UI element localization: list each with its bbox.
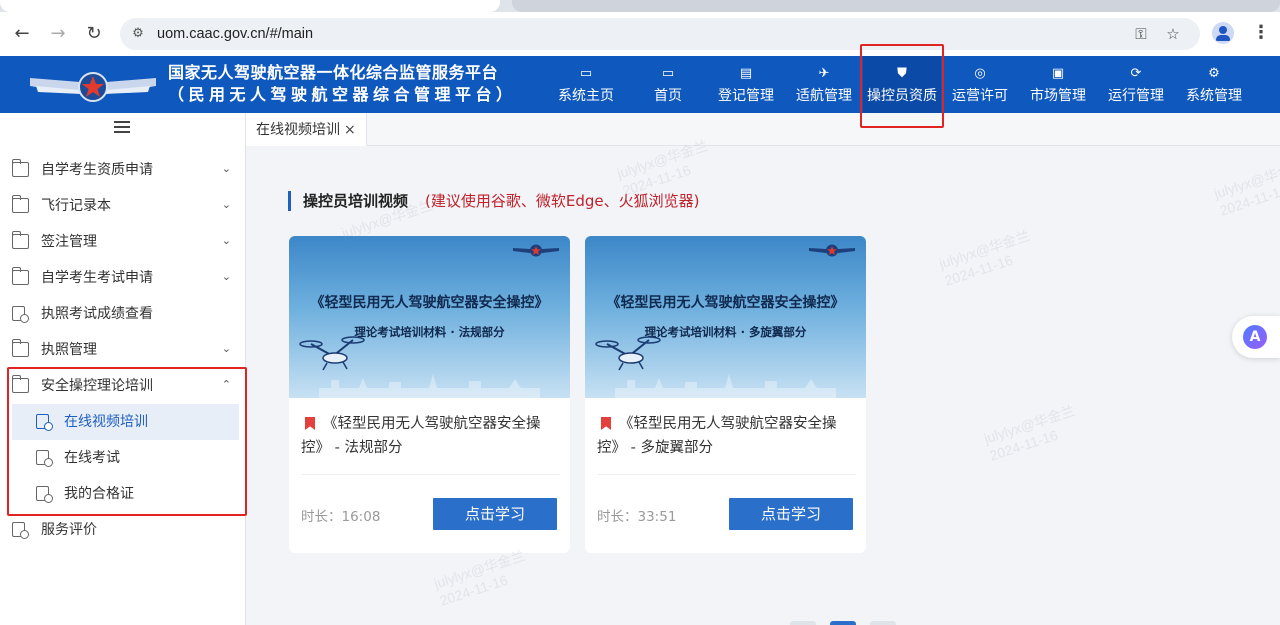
register-doc-icon: ▤ [739, 66, 753, 81]
section-title: 操控员培训视频 [303, 192, 409, 210]
sidebar-item-safety-training[interactable]: 安全操控理论培训 ⌃ [0, 368, 245, 404]
skyline-illustration-icon [319, 374, 540, 398]
sidebar-item-license[interactable]: 执照管理 ⌄ [0, 332, 245, 368]
shield-icon: ⛊ [897, 66, 907, 81]
pager-prev[interactable] [790, 621, 816, 625]
home-screen-icon: ▭ [579, 66, 593, 81]
back-arrow-icon[interactable]: ← [10, 22, 34, 46]
drone-icon: ✈ [818, 66, 830, 81]
sidebar-item-exam-scores[interactable]: 执照考试成绩查看 [0, 296, 245, 332]
doc-search-icon [12, 306, 29, 323]
thumbnail-title: 《轻型民用无人驾驶航空器安全操控》 [310, 295, 549, 311]
doc-play-icon [36, 414, 53, 431]
monitor-icon: ▭ [661, 66, 675, 81]
caac-emblem-icon [513, 244, 559, 257]
folder-icon [11, 159, 29, 177]
pager-page-current[interactable] [830, 621, 856, 625]
video-duration: 时长：33:51 [597, 509, 677, 525]
folder-icon [11, 231, 29, 249]
drone-illustration-icon [299, 336, 365, 371]
thumbnail-title: 《轻型民用无人驾驶航空器安全操控》 [606, 295, 845, 311]
video-thumbnail[interactable]: 《轻型民用无人驾驶航空器安全操控》 理论考试培训材料 · 法规部分 [289, 236, 570, 398]
market-icon: ▣ [1051, 66, 1065, 81]
video-card: 《轻型民用无人驾驶航空器安全操控》 理论考试培训材料 · 多旋翼部分 《轻型民用… [585, 236, 866, 553]
folder-icon [11, 267, 29, 285]
chevron-up-icon: ⌃ [221, 378, 231, 391]
sidebar-item-self-study-exam[interactable]: 自学考生考试申请 ⌄ [0, 260, 245, 296]
browser-inactive-tab[interactable] [512, 0, 1280, 12]
star-icon[interactable]: ☆ [1162, 24, 1184, 44]
sidebar-item-service-review[interactable]: 服务评价 [0, 512, 245, 548]
nav-market[interactable]: ▣ 市场管理 [1019, 56, 1097, 113]
forward-arrow-icon[interactable]: → [46, 22, 70, 46]
browser-active-tab[interactable] [0, 0, 500, 12]
skyline-illustration-icon [615, 374, 836, 398]
site-title: 国家无人驾驶航空器一体化综合监管服务平台 [168, 63, 499, 82]
assistant-icon: A [1243, 325, 1267, 349]
close-icon[interactable]: × [344, 120, 356, 140]
nav-operation-license[interactable]: ◎ 运营许可 [941, 56, 1019, 113]
reload-icon[interactable]: ↻ [82, 22, 106, 46]
nav-system[interactable]: ⚙ 系统管理 [1175, 56, 1253, 113]
folder-icon [11, 195, 29, 213]
chevron-down-icon: ⌄ [221, 342, 231, 355]
sidebar-subitem-online-exam[interactable]: 在线考试 [12, 440, 239, 476]
folder-icon [11, 339, 29, 357]
exam-icon [36, 450, 53, 467]
browser-recommendation-note: (建议使用谷歌、微软Edge、火狐浏览器) [425, 192, 700, 210]
certificate-icon [36, 486, 53, 503]
section-accent-bar [288, 191, 291, 211]
menu-toggle-icon[interactable] [114, 121, 130, 135]
browser-menu-icon[interactable]: ⋮ [1252, 22, 1270, 46]
floating-assistant-button[interactable]: A [1232, 316, 1280, 358]
nav-registration[interactable]: ▤ 登记管理 [707, 56, 785, 113]
profile-avatar-icon[interactable] [1212, 22, 1234, 44]
start-learning-button[interactable]: 点击学习 [729, 498, 853, 530]
sidebar-item-flight-log[interactable]: 飞行记录本 ⌄ [0, 188, 245, 224]
caac-logo-icon [30, 72, 156, 102]
review-icon [12, 522, 29, 539]
nav-home[interactable]: ▭ 首页 [629, 56, 707, 113]
sidebar-item-endorsement[interactable]: 签注管理 ⌄ [0, 224, 245, 260]
sidebar-subitem-online-video[interactable]: 在线视频培训 [12, 404, 239, 440]
pager-next[interactable] [870, 621, 896, 625]
site-settings-icon[interactable]: ⚙ [128, 24, 148, 44]
nav-airworthiness[interactable]: ✈ 适航管理 [785, 56, 863, 113]
caac-emblem-icon [809, 244, 855, 257]
drone-illustration-icon [595, 336, 661, 371]
nav-operator-qualification[interactable]: ⛊ 操控员资质 [863, 56, 941, 113]
chevron-down-icon: ⌄ [221, 270, 231, 283]
tabs-bar [246, 113, 1280, 146]
video-card: 《轻型民用无人驾驶航空器安全操控》 理论考试培训材料 · 法规部分 《轻型民用无… [289, 236, 570, 553]
card-divider [597, 474, 856, 475]
tab-online-video[interactable]: 在线视频培训 × [246, 113, 367, 146]
start-learning-button[interactable]: 点击学习 [433, 498, 557, 530]
sidebar-item-self-study-qualification[interactable]: 自学考生资质申请 ⌄ [0, 152, 245, 188]
url-text[interactable]: uom.caac.gov.cn/#/main [157, 24, 313, 44]
network-icon: ⚙ [1208, 66, 1220, 81]
video-title: 《轻型民用无人驾驶航空器安全操控》 - 多旋翼部分 [597, 416, 837, 456]
video-thumbnail[interactable]: 《轻型民用无人驾驶航空器安全操控》 理论考试培训材料 · 多旋翼部分 [585, 236, 866, 398]
nav-home-screen[interactable]: ▭ 系统主页 [547, 56, 625, 113]
cycle-icon: ⟳ [1130, 66, 1142, 81]
video-duration: 时长：16:08 [301, 509, 381, 525]
site-subtitle: （民用无人驾驶航空器综合管理平台） [168, 85, 517, 104]
chevron-down-icon: ⌄ [221, 198, 231, 211]
nav-operation[interactable]: ⟳ 运行管理 [1097, 56, 1175, 113]
sidebar-subitem-my-certificate[interactable]: 我的合格证 [12, 476, 239, 512]
key-icon[interactable]: ⚿ [1130, 24, 1152, 44]
target-icon: ◎ [974, 66, 986, 81]
card-divider [301, 474, 560, 475]
chevron-down-icon: ⌄ [221, 162, 231, 175]
chevron-down-icon: ⌄ [221, 234, 231, 247]
video-title: 《轻型民用无人驾驶航空器安全操控》 - 法规部分 [301, 416, 541, 456]
folder-open-icon [11, 375, 29, 393]
